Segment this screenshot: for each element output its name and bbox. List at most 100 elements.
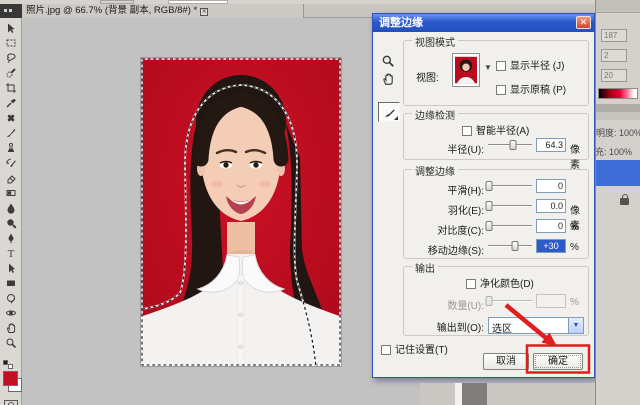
portrait-photo bbox=[140, 57, 342, 367]
show-original-label: 显示原稿 (P) bbox=[510, 85, 566, 96]
grip-dots-icon bbox=[4, 9, 7, 12]
color-value-field[interactable]: 187 bbox=[601, 29, 627, 42]
color-value-field[interactable]: 20 bbox=[601, 69, 627, 82]
view-mode-group: 视图模式 视图: ▼ 显示半径 (J) 显示原稿 (P) bbox=[403, 40, 589, 106]
clone-stamp-tool[interactable] bbox=[0, 140, 21, 155]
tab-close-icon[interactable]: ✕ bbox=[200, 8, 208, 16]
spot-heal-icon bbox=[5, 112, 17, 124]
eraser-tool[interactable] bbox=[0, 170, 21, 185]
dodge-tool[interactable] bbox=[0, 215, 21, 230]
adjust-row-value-field[interactable]: +30 bbox=[536, 239, 566, 253]
quick-select-tool[interactable] bbox=[0, 65, 21, 80]
hand-tool[interactable] bbox=[0, 320, 21, 335]
ok-button[interactable]: 确定 bbox=[533, 353, 583, 370]
zoom-tool[interactable] bbox=[0, 335, 21, 350]
output-legend: 输出 bbox=[412, 260, 438, 275]
show-original-checkbox[interactable]: 显示原稿 (P) bbox=[496, 81, 566, 96]
lasso-tool[interactable] bbox=[0, 50, 21, 65]
selected-layer-row[interactable] bbox=[596, 160, 640, 186]
remember-settings-checkbox[interactable]: 记住设置(T) bbox=[381, 341, 448, 356]
cancel-button[interactable]: 取消 bbox=[483, 353, 529, 370]
adjust-row-value-field[interactable]: 0.0 bbox=[536, 199, 566, 213]
slider-thumb[interactable] bbox=[486, 201, 493, 211]
dialog-zoom-tool[interactable] bbox=[381, 54, 396, 69]
move-tool[interactable] bbox=[0, 20, 21, 35]
adjust-row-slider[interactable] bbox=[488, 181, 532, 191]
adjust-row-slider[interactable] bbox=[488, 201, 532, 211]
path-select-tool[interactable] bbox=[0, 260, 21, 275]
eyedropper-icon bbox=[5, 97, 17, 109]
checkbox-icon bbox=[466, 279, 476, 289]
smart-radius-checkbox[interactable]: 智能半径(A) bbox=[462, 122, 529, 137]
color-value-field[interactable]: 2 bbox=[601, 49, 627, 62]
slider-thumb[interactable] bbox=[486, 221, 493, 231]
rotate-3d-tool[interactable] bbox=[0, 290, 21, 305]
slider-thumb[interactable] bbox=[486, 181, 493, 191]
slider-thumb[interactable] bbox=[509, 140, 516, 150]
amount-label: 数量(U): bbox=[406, 297, 484, 312]
canvas-photo[interactable] bbox=[140, 57, 342, 367]
lock-shackle-icon bbox=[622, 194, 628, 199]
adjust-row-label: 对比度(C): bbox=[406, 222, 484, 237]
show-radius-checkbox[interactable]: 显示半径 (J) bbox=[496, 57, 564, 72]
adjust-row-unit: % bbox=[570, 242, 579, 253]
adjust-edge-legend: 调整边缘 bbox=[412, 163, 458, 178]
eraser-icon bbox=[5, 172, 17, 184]
crop-tool[interactable] bbox=[0, 80, 21, 95]
scrollbar-thumb-fragment[interactable] bbox=[462, 383, 487, 405]
adjust-row-slider[interactable] bbox=[488, 221, 532, 231]
brush-tool[interactable] bbox=[0, 125, 21, 140]
spot-heal-tool[interactable] bbox=[0, 110, 21, 125]
radius-label: 半径(U): bbox=[406, 141, 484, 156]
path-select-icon bbox=[5, 262, 17, 274]
gradient-icon bbox=[5, 187, 17, 199]
decontaminate-colors-checkbox[interactable]: 净化颜色(D) bbox=[466, 275, 534, 290]
eyedropper-tool[interactable] bbox=[0, 95, 21, 110]
view-mode-legend: 视图模式 bbox=[412, 34, 458, 49]
rect-marquee-icon bbox=[5, 37, 17, 49]
rect-marquee-tool[interactable] bbox=[0, 35, 21, 50]
amount-value-field bbox=[536, 294, 566, 308]
layers-opacity-text[interactable]: 不透明度: 100% bbox=[595, 126, 640, 139]
blur-tool[interactable] bbox=[0, 200, 21, 215]
output-to-value: 选区 bbox=[492, 320, 512, 335]
orbit-3d-tool[interactable] bbox=[0, 305, 21, 320]
dropdown-arrow-icon[interactable]: ▼ bbox=[568, 318, 583, 333]
history-brush-tool[interactable] bbox=[0, 155, 21, 170]
orbit-3d-icon bbox=[5, 307, 17, 319]
lock-icon[interactable] bbox=[620, 198, 629, 205]
adjust-row-slider[interactable] bbox=[488, 241, 532, 251]
radius-value-field[interactable]: 64.3 bbox=[536, 138, 566, 152]
shape-rect-tool[interactable] bbox=[0, 275, 21, 290]
dialog-title-bar[interactable]: 调整边缘 bbox=[373, 14, 594, 32]
adjust-row-label: 羽化(E): bbox=[406, 202, 484, 217]
output-to-dropdown[interactable]: 选区 ▼ bbox=[488, 317, 584, 334]
gradient-tool[interactable] bbox=[0, 185, 21, 200]
refine-radius-tool-button[interactable] bbox=[378, 102, 400, 122]
color-ramp[interactable] bbox=[598, 88, 638, 99]
slider-track bbox=[488, 205, 532, 207]
adjust-row-label: 移动边缘(S): bbox=[406, 242, 484, 257]
radius-slider[interactable] bbox=[488, 140, 532, 150]
foreground-color-swatch[interactable] bbox=[3, 371, 18, 386]
slider-thumb[interactable] bbox=[512, 241, 519, 251]
layers-fill-text[interactable]: 填充: 100% bbox=[595, 145, 640, 158]
adjust-row-value-field[interactable]: 0 bbox=[536, 179, 566, 193]
view-thumbnail[interactable] bbox=[452, 53, 480, 87]
view-dropdown-arrow-icon[interactable]: ▼ bbox=[484, 63, 492, 72]
edge-detection-legend: 边缘检测 bbox=[412, 107, 458, 122]
document-tab[interactable]: 照片.jpg @ 66.7% (背景 副本, RGB/8#) *✕ bbox=[22, 4, 304, 18]
dialog-close-button[interactable]: ✕ bbox=[576, 16, 591, 29]
remember-settings-label: 记住设置(T) bbox=[395, 345, 448, 356]
quick-mask-icon[interactable] bbox=[4, 400, 18, 405]
adjust-row-label: 平滑(H): bbox=[406, 182, 484, 197]
adjust-row-value-field[interactable]: 0 bbox=[536, 219, 566, 233]
amount-unit-label: % bbox=[570, 297, 579, 308]
toolbox-header[interactable] bbox=[0, 4, 22, 18]
quick-select-icon bbox=[5, 67, 17, 79]
dialog-hand-tool[interactable] bbox=[381, 72, 396, 87]
view-label: 视图: bbox=[416, 69, 439, 84]
type-tool[interactable]: T bbox=[0, 245, 21, 260]
pen-tool[interactable] bbox=[0, 230, 21, 245]
default-background-swatch[interactable] bbox=[8, 364, 13, 369]
